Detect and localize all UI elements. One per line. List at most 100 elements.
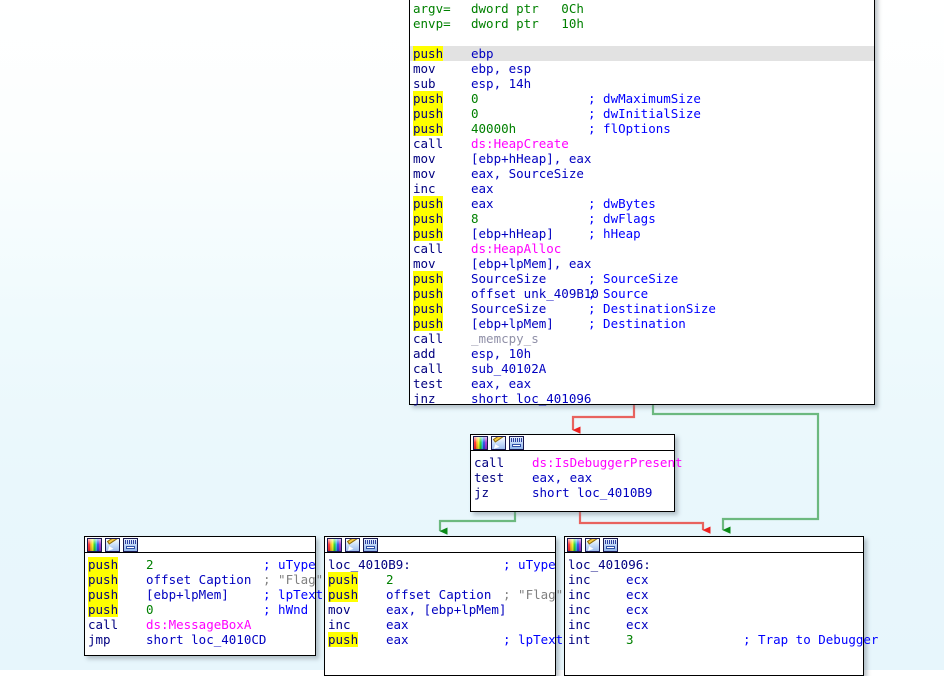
instruction-operand[interactable]: ebp bbox=[471, 46, 588, 61]
disasm-line[interactable]: inc ecx bbox=[565, 572, 863, 587]
edit-pencil-icon[interactable] bbox=[585, 538, 600, 552]
instruction-mnemonic[interactable]: push bbox=[88, 572, 146, 587]
disasm-line[interactable]: push 8; dwFlags bbox=[410, 211, 874, 226]
instruction-mnemonic[interactable]: push bbox=[413, 301, 471, 316]
instruction-operand[interactable]: offset unk_409B10 bbox=[471, 286, 599, 301]
instruction-operand[interactable]: eax bbox=[386, 617, 503, 632]
instruction-operand[interactable]: SourceSize bbox=[471, 301, 588, 316]
block-label[interactable]: loc_4010B9:; uType bbox=[325, 557, 556, 572]
instruction-operand[interactable]: ds:HeapCreate bbox=[471, 136, 588, 151]
disasm-line[interactable]: jnz short loc_401096 bbox=[410, 391, 874, 406]
instruction-mnemonic[interactable]: call bbox=[474, 455, 532, 470]
disasm-line[interactable]: test eax, eax bbox=[471, 470, 674, 485]
xrefs-window-icon[interactable] bbox=[363, 538, 378, 552]
instruction-operand[interactable]: ecx bbox=[626, 572, 743, 587]
instruction-operand[interactable]: 8 bbox=[471, 211, 588, 226]
instruction-operand[interactable]: [ebp+hHeap] bbox=[471, 226, 588, 241]
instruction-operand[interactable]: eax, SourceSize bbox=[471, 166, 588, 181]
color-palette-icon[interactable] bbox=[473, 436, 488, 450]
instruction-operand[interactable]: eax bbox=[471, 181, 588, 196]
xrefs-window-icon[interactable] bbox=[509, 436, 524, 450]
instruction-operand[interactable]: eax, eax bbox=[471, 376, 588, 391]
disasm-line[interactable]: inc ecx bbox=[565, 602, 863, 617]
instruction-operand[interactable]: ecx bbox=[626, 587, 743, 602]
disasm-line[interactable]: push SourceSize; DestinationSize bbox=[410, 301, 874, 316]
disasm-line[interactable]: envp= dword ptr 10h bbox=[410, 16, 874, 31]
disasm-line[interactable]: mov ebp, esp bbox=[410, 61, 874, 76]
instruction-mnemonic[interactable]: call bbox=[413, 241, 471, 256]
disasm-line[interactable]: push 2 bbox=[325, 572, 555, 587]
instruction-operand[interactable]: 3 bbox=[626, 632, 743, 647]
instruction-mnemonic[interactable]: push bbox=[88, 602, 146, 617]
instruction-operand[interactable]: ds:MessageBoxA bbox=[146, 617, 263, 632]
instruction-operand[interactable]: [ebp+hHeap], eax bbox=[471, 151, 591, 166]
instruction-mnemonic[interactable]: push bbox=[413, 121, 471, 136]
color-palette-icon[interactable] bbox=[327, 538, 342, 552]
disasm-line[interactable]: mov eax, [ebp+lpMem] bbox=[325, 602, 555, 617]
instruction-mnemonic[interactable]: push bbox=[328, 632, 386, 647]
instruction-operand[interactable]: _memcpy_s bbox=[471, 331, 588, 346]
instruction-mnemonic[interactable]: push bbox=[413, 271, 471, 286]
instruction-operand[interactable]: SourceSize bbox=[471, 271, 588, 286]
xrefs-window-icon[interactable] bbox=[603, 538, 618, 552]
disasm-line[interactable]: call ds:HeapAlloc bbox=[410, 241, 874, 256]
instruction-mnemonic[interactable]: call bbox=[413, 361, 471, 376]
basic-block-loc-401096[interactable]: loc_401096: inc ecx inc ecx inc ecx inc ecx int 3;… bbox=[564, 536, 878, 676]
disasm-line[interactable]: argv= dword ptr 0Ch bbox=[410, 1, 874, 16]
disasm-line[interactable]: push [ebp+lpMem]; Destination bbox=[410, 316, 874, 331]
instruction-operand[interactable]: short loc_401096 bbox=[471, 391, 591, 406]
disasm-line[interactable]: inc eax bbox=[410, 181, 874, 196]
instruction-operand[interactable]: [ebp+lpMem], eax bbox=[471, 256, 591, 271]
instruction-mnemonic[interactable]: mov bbox=[413, 166, 471, 181]
instruction-operand[interactable]: short loc_4010B9 bbox=[532, 485, 652, 500]
basic-block-entry[interactable]: argv= dword ptr 0Ch envp= dword ptr 10h pus… bbox=[409, 0, 875, 406]
instruction-operand[interactable]: 2 bbox=[386, 572, 503, 587]
instruction-mnemonic[interactable]: inc bbox=[568, 572, 626, 587]
disasm-line[interactable]: call ds:IsDebuggerPresent bbox=[471, 455, 683, 470]
instruction-operand[interactable]: offset Caption bbox=[386, 587, 503, 602]
disasm-line[interactable]: push [ebp+hHeap]; hHeap bbox=[410, 226, 874, 241]
instruction-mnemonic[interactable]: jz bbox=[474, 485, 532, 500]
instruction-mnemonic[interactable]: mov bbox=[413, 61, 471, 76]
disasm-line[interactable]: jmp short loc_4010CD bbox=[85, 632, 315, 647]
disasm-line[interactable]: mov eax, SourceSize bbox=[410, 166, 874, 181]
disasm-line[interactable]: mov [ebp+lpMem], eax bbox=[410, 256, 874, 271]
instruction-mnemonic[interactable]: int bbox=[568, 632, 626, 647]
graph-canvas[interactable]: argv= dword ptr 0Ch envp= dword ptr 10h pus… bbox=[0, 0, 944, 676]
disasm-line[interactable]: push ebp bbox=[410, 46, 874, 61]
instruction-mnemonic[interactable]: inc bbox=[328, 617, 386, 632]
instruction-operand[interactable]: ds:HeapAlloc bbox=[471, 241, 588, 256]
edit-pencil-icon[interactable] bbox=[345, 538, 360, 552]
instruction-operand[interactable]: sub_40102A bbox=[471, 361, 588, 376]
instruction-mnemonic[interactable]: call bbox=[413, 136, 471, 151]
disasm-line[interactable]: inc ecx bbox=[565, 617, 863, 632]
instruction-mnemonic[interactable]: push bbox=[413, 46, 471, 61]
disasm-line[interactable]: push 0; dwInitialSize bbox=[410, 106, 874, 121]
instruction-mnemonic[interactable]: inc bbox=[413, 181, 471, 196]
disasm-line[interactable]: push 2; uType bbox=[85, 557, 316, 572]
instruction-mnemonic[interactable]: call bbox=[413, 331, 471, 346]
instruction-mnemonic[interactable]: add bbox=[413, 346, 471, 361]
disasm-line[interactable]: push SourceSize; SourceSize bbox=[410, 271, 874, 286]
basic-block-messagebox[interactable]: push 2; uType push offset Caption; "Flag" pu… bbox=[84, 536, 323, 656]
disasm-line[interactable]: inc eax bbox=[325, 617, 555, 632]
instruction-mnemonic[interactable]: inc bbox=[568, 602, 626, 617]
instruction-operand[interactable]: eax, [ebp+lpMem] bbox=[386, 602, 506, 617]
disasm-line[interactable]: sub esp, 14h bbox=[410, 76, 874, 91]
disasm-line[interactable]: push offset Caption; "Flag" bbox=[325, 587, 563, 602]
disasm-line[interactable]: push [ebp+lpMem]; lpText bbox=[85, 587, 323, 602]
disasm-line[interactable]: call _memcpy_s bbox=[410, 331, 874, 346]
instruction-mnemonic[interactable]: mov bbox=[413, 256, 471, 271]
color-palette-icon[interactable] bbox=[567, 538, 582, 552]
block-titlebar[interactable] bbox=[85, 537, 315, 553]
disasm-line[interactable]: test eax, eax bbox=[410, 376, 874, 391]
instruction-mnemonic[interactable]: mov bbox=[328, 602, 386, 617]
disasm-line[interactable]: call ds:HeapCreate bbox=[410, 136, 874, 151]
instruction-mnemonic[interactable]: push bbox=[413, 196, 471, 211]
instruction-operand[interactable]: 0 bbox=[146, 602, 263, 617]
edit-pencil-icon[interactable] bbox=[491, 436, 506, 450]
instruction-mnemonic[interactable]: sub bbox=[413, 76, 471, 91]
instruction-operand[interactable]: esp, 14h bbox=[471, 76, 588, 91]
instruction-operand[interactable]: ecx bbox=[626, 602, 743, 617]
instruction-mnemonic[interactable]: call bbox=[88, 617, 146, 632]
